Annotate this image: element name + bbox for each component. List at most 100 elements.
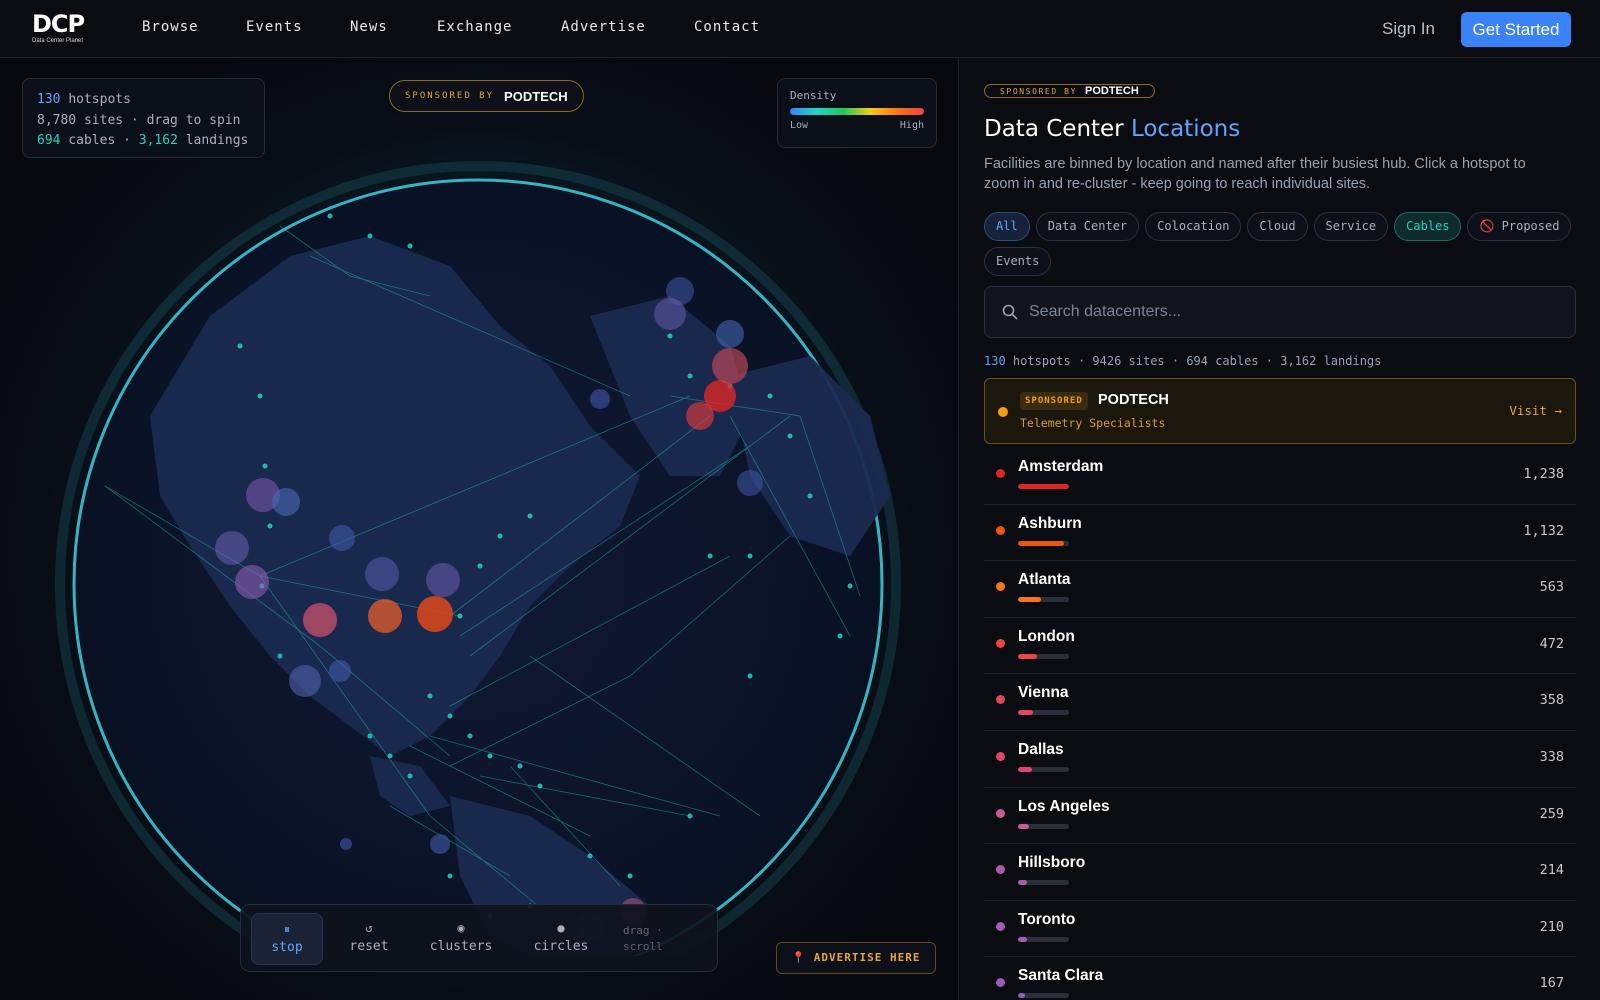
nav-link-exchange[interactable]: Exchange	[437, 19, 561, 35]
location-density-dot	[996, 978, 1005, 988]
density-title: Density	[790, 89, 837, 102]
nav-links: Browse Events News Exchange Advertise Co…	[142, 19, 760, 35]
location-name: Atlanta	[1018, 571, 1071, 589]
circles-label: circles	[533, 939, 589, 954]
location-name: Hillsboro	[1018, 854, 1086, 872]
location-density-bar	[1018, 710, 1069, 716]
location-name: Santa Clara	[1018, 967, 1104, 985]
location-name: Los Angeles	[1018, 797, 1110, 815]
reset-icon: ↺	[365, 921, 373, 935]
location-site-count: 563	[1539, 579, 1564, 596]
sponsored-subtitle: Telemetry Specialists	[1020, 416, 1166, 430]
globe-map-panel: 130 hotspots 8,780 sites · drag to spin …	[0, 58, 959, 1000]
location-row[interactable]: Atlanta 563	[984, 561, 1576, 618]
location-row[interactable]: Dallas 338	[984, 731, 1576, 788]
location-density-dot	[996, 865, 1005, 875]
location-row[interactable]: Los Angeles 259	[984, 788, 1576, 845]
location-density-fill	[1018, 540, 1065, 546]
location-density-dot	[996, 525, 1005, 535]
location-site-count: 214	[1539, 862, 1564, 879]
location-row[interactable]: Toronto 210	[984, 901, 1576, 958]
filter-chip-proposed[interactable]: 🚫 Proposed	[1467, 212, 1572, 241]
location-density-dot	[996, 638, 1005, 648]
location-density-fill	[1018, 993, 1025, 999]
sponsored-dot	[998, 407, 1008, 417]
reset-label: reset	[349, 939, 389, 954]
stats-landings-label: landings	[185, 133, 249, 148]
panel-sponsor-pill[interactable]: SPONSORED BY PODTECH	[984, 84, 1155, 98]
location-site-count: 1,238	[1523, 466, 1564, 482]
panel-title-accent: Locations	[1130, 116, 1241, 142]
stats-sites-line: 8,780 sites · drag to spin	[37, 112, 241, 128]
location-row[interactable]: Amsterdam 1,238	[984, 448, 1576, 505]
filter-chip-cloud[interactable]: Cloud	[1247, 212, 1308, 241]
stop-label: stop	[271, 940, 303, 955]
filter-chip-service[interactable]: Service	[1313, 212, 1389, 241]
location-row[interactable]: Vienna 358	[984, 674, 1576, 731]
filter-chip-events[interactable]: Events	[984, 247, 1052, 276]
location-density-bar	[1018, 936, 1069, 942]
location-density-bar	[1018, 540, 1069, 546]
location-site-count: 472	[1539, 635, 1564, 652]
location-row[interactable]: London 472	[984, 618, 1576, 675]
panel-sponsor-name: PODTECH	[1085, 85, 1139, 97]
location-density-bar	[1018, 993, 1069, 999]
panel-sponsor-by: SPONSORED BY	[1000, 86, 1077, 96]
sponsored-badge: SPONSORED	[1020, 392, 1088, 410]
nav-link-advertise[interactable]: Advertise	[561, 19, 694, 35]
location-density-fill	[1018, 880, 1027, 886]
density-legend: Density Low High	[777, 78, 937, 148]
location-density-bar	[1018, 597, 1069, 603]
location-density-dot	[996, 921, 1005, 931]
nav-link-browse[interactable]: Browse	[142, 19, 246, 35]
search-input[interactable]	[1029, 287, 1559, 337]
panel-title-main: Data Center	[984, 116, 1124, 142]
nav-link-news[interactable]: News	[350, 19, 437, 35]
nav-link-contact[interactable]: Contact	[694, 19, 760, 35]
location-name: Amsterdam	[1018, 458, 1104, 475]
location-name: Vienna	[1018, 684, 1069, 702]
advertise-here-button[interactable]: 📍 ADVERTISE HERE	[776, 942, 936, 974]
map-sponsor-pill[interactable]: SPONSORED BY PODTECH	[389, 80, 584, 112]
clusters-label: clusters	[429, 939, 493, 954]
circles-icon: ●	[557, 921, 565, 935]
location-name: London	[1018, 627, 1075, 645]
clusters-button[interactable]: ◉ clusters	[421, 913, 501, 965]
circles-button[interactable]: ● circles	[525, 913, 597, 965]
globe-canvas[interactable]	[30, 116, 930, 956]
stats-hotspots-label: hotspots	[68, 92, 131, 107]
location-site-count: 259	[1539, 805, 1564, 822]
location-density-fill	[1018, 823, 1029, 829]
filter-chips: All Data Center Colocation Cloud Service…	[984, 212, 1574, 276]
location-row[interactable]: Ashburn 1,132	[984, 505, 1576, 562]
location-density-dot	[996, 808, 1005, 818]
sponsored-visit-link[interactable]: Visit →	[1509, 403, 1562, 418]
location-row[interactable]: Hillsboro 214	[984, 844, 1576, 901]
get-started-button[interactable]: Get Started	[1461, 12, 1571, 47]
stop-button[interactable]: ⏸ stop	[251, 913, 323, 965]
sign-in-link[interactable]: Sign In	[1382, 19, 1435, 39]
location-density-fill	[1018, 597, 1041, 603]
location-density-dot	[996, 695, 1005, 705]
filter-chip-all[interactable]: All	[984, 212, 1030, 241]
location-density-fill	[1018, 766, 1032, 772]
location-site-count: 338	[1539, 748, 1564, 765]
top-navigation: DCP Data Center Planet Browse Events New…	[0, 0, 1600, 58]
location-density-fill	[1018, 936, 1027, 942]
filter-chip-colocation[interactable]: Colocation	[1145, 212, 1242, 241]
clusters-icon: ◉	[457, 921, 465, 935]
stats-landings-count: 3,162	[138, 133, 178, 148]
reset-button[interactable]: ↺ reset	[333, 913, 405, 965]
site-logo[interactable]: DCP Data Center Planet	[30, 10, 90, 48]
stats-hotspots-line: 130 hotspots	[37, 90, 250, 111]
location-density-dot	[996, 751, 1005, 761]
location-density-bar	[1018, 880, 1069, 886]
location-density-fill	[1018, 710, 1033, 716]
filter-chip-cables[interactable]: Cables	[1394, 212, 1462, 241]
sponsored-listing[interactable]: SPONSORED PODTECH Telemetry Specialists …	[984, 378, 1576, 444]
density-gradient-bar	[790, 108, 924, 115]
nav-link-events[interactable]: Events	[246, 19, 350, 35]
filter-chip-data-center[interactable]: Data Center	[1035, 212, 1140, 241]
location-density-bar	[1018, 823, 1069, 829]
location-row[interactable]: Santa Clara 167	[984, 957, 1576, 1000]
